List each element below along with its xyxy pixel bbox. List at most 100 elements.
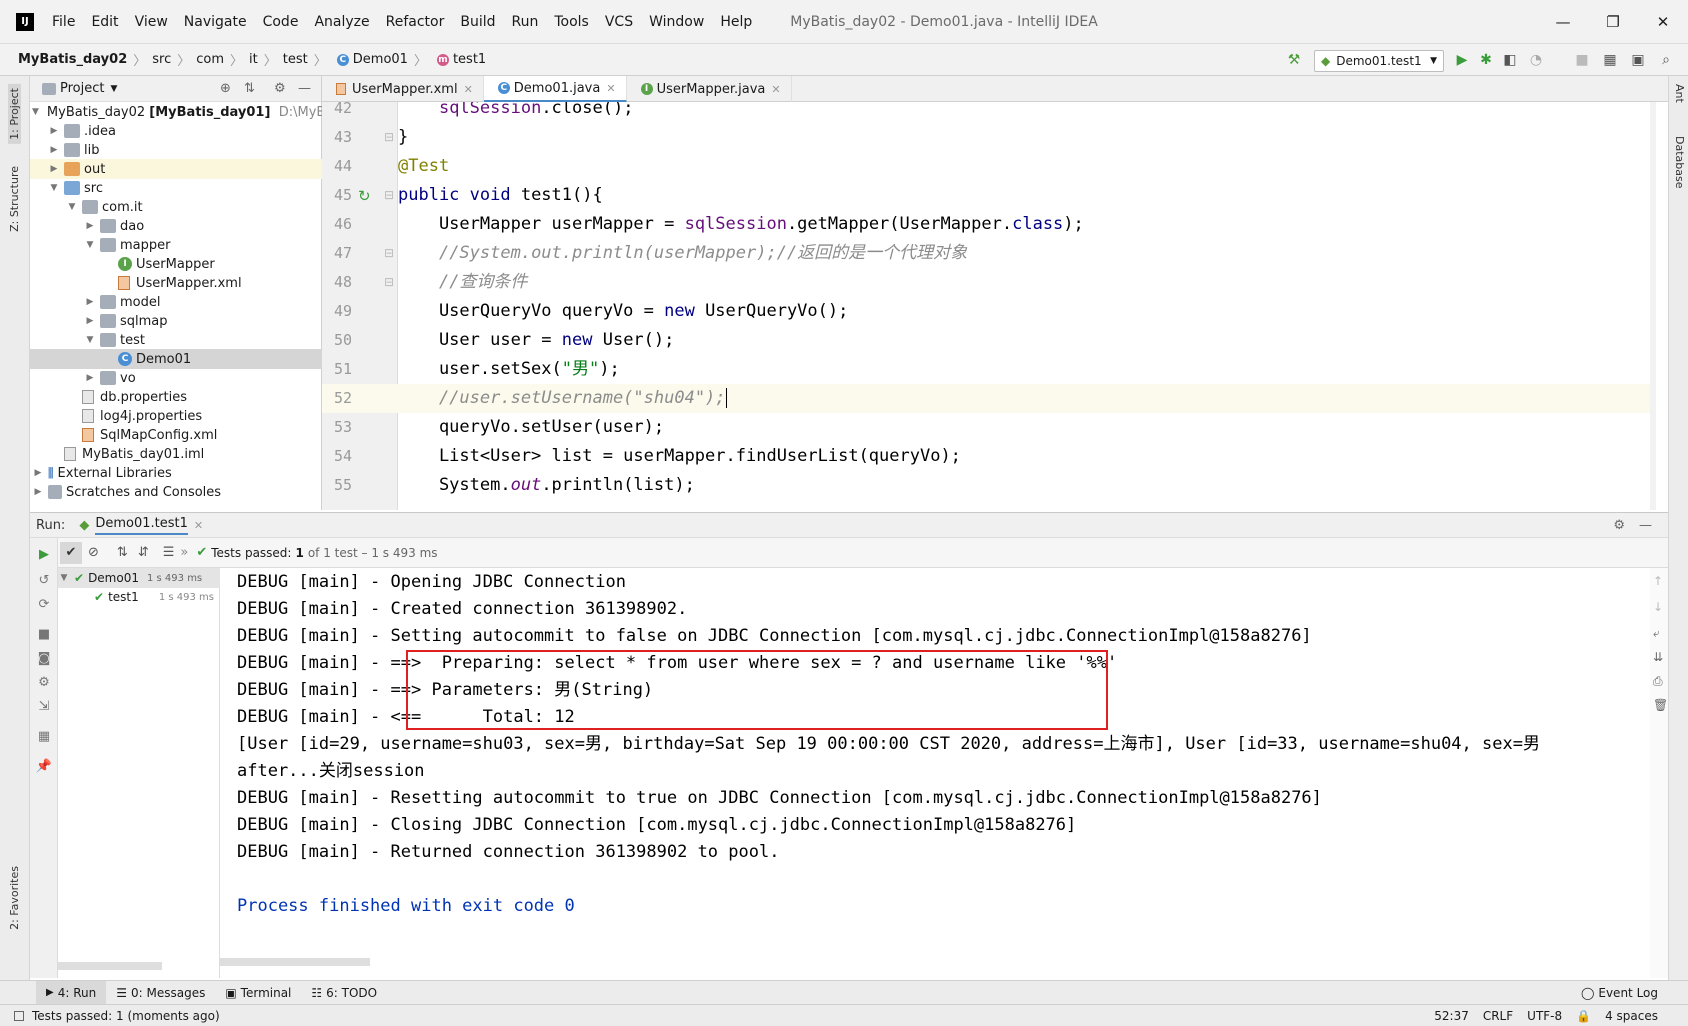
- profile-icon[interactable]: ◔: [1526, 50, 1546, 70]
- menu-window[interactable]: Window: [641, 0, 712, 44]
- tree-item-log4j-properties[interactable]: log4j.properties: [30, 406, 322, 426]
- gear-icon[interactable]: ⚙: [274, 81, 286, 96]
- layout-icon[interactable]: ▣: [1628, 50, 1648, 70]
- menu-view[interactable]: View: [127, 0, 176, 44]
- menu-refactor[interactable]: Refactor: [378, 0, 453, 44]
- tree-item-lib[interactable]: ▶ lib: [30, 140, 322, 160]
- stop-icon[interactable]: ■: [36, 626, 52, 642]
- tree-item-model[interactable]: ▶ model: [30, 292, 322, 312]
- toggle-tool-windows-icon[interactable]: [14, 1010, 24, 1021]
- print-icon[interactable]: ⎙: [1653, 674, 1663, 689]
- run-tab[interactable]: Demo01.test1: [95, 516, 188, 535]
- project-structure-icon[interactable]: ▦: [1600, 50, 1620, 70]
- caret-position[interactable]: 52:37: [1434, 1009, 1469, 1023]
- menu-file[interactable]: File: [44, 0, 83, 44]
- menu-help[interactable]: Help: [712, 0, 760, 44]
- favorites-tool-tab[interactable]: 2: Favorites: [8, 866, 21, 930]
- chevron-down-icon[interactable]: ▼: [110, 84, 117, 94]
- tree-item-external-libraries[interactable]: ▶ ⫼ External Libraries: [30, 463, 322, 483]
- show-ignored-icon[interactable]: ⊘: [88, 545, 99, 560]
- show-passed-icon[interactable]: ✔: [60, 541, 82, 564]
- editor-scrollbar[interactable]: [1650, 102, 1656, 510]
- test-case-row[interactable]: ✔ test1 1 s 493 ms: [58, 587, 220, 607]
- tree-item-sqlmapconfig[interactable]: SqlMapConfig.xml: [30, 425, 322, 445]
- breadcrumb-demo01[interactable]: Demo01: [353, 52, 408, 67]
- menu-edit[interactable]: Edit: [83, 0, 126, 44]
- close-icon[interactable]: ✕: [1638, 0, 1688, 44]
- tree-item-iml[interactable]: MyBatis_day01.iml: [30, 444, 322, 464]
- layout-icon[interactable]: ▦: [36, 728, 52, 744]
- tree-item-dao[interactable]: ▶ dao: [30, 216, 322, 236]
- close-tab-icon[interactable]: ✕: [194, 519, 203, 532]
- close-tab-icon[interactable]: ✕: [606, 82, 615, 95]
- structure-tool-tab[interactable]: Z: Structure: [8, 166, 21, 232]
- menu-code[interactable]: Code: [255, 0, 307, 44]
- tree-item-vo[interactable]: ▶ vo: [30, 368, 322, 388]
- tab-terminal[interactable]: ▣ Terminal: [215, 981, 301, 1005]
- menu-build[interactable]: Build: [452, 0, 503, 44]
- tab-demo01-java[interactable]: C Demo01.java ✕: [483, 76, 627, 102]
- console-output[interactable]: DEBUG [main] - Opening JDBC Connection D…: [220, 568, 1650, 978]
- sort-alpha-icon[interactable]: ⇅: [117, 545, 128, 560]
- tree-item-scratches[interactable]: ▶ Scratches and Consoles: [30, 482, 322, 502]
- tree-item-usermapper[interactable]: I UserMapper: [30, 254, 322, 274]
- ant-tool-tab[interactable]: Ant: [1673, 84, 1686, 103]
- expand-all-icon[interactable]: ☰: [163, 545, 175, 560]
- gear-icon[interactable]: ⚙: [1613, 518, 1625, 533]
- locate-icon[interactable]: ⊕: [220, 81, 231, 96]
- database-tool-tab[interactable]: Database: [1673, 136, 1686, 189]
- tab-messages[interactable]: ☰ 0: Messages: [106, 981, 215, 1005]
- close-tab-icon[interactable]: ✕: [771, 83, 780, 96]
- test-suite-row[interactable]: ▼ ✔ Demo01 1 s 493 ms: [58, 568, 220, 588]
- tree-item-project-root[interactable]: ▼ MyBatis_day02 [MyBatis_day01] D:\MyBat…: [30, 102, 342, 122]
- lock-icon[interactable]: 🔒: [1576, 1009, 1591, 1023]
- run-test-gutter-icon[interactable]: ↻: [358, 187, 371, 205]
- fold-icon[interactable]: ⊟: [384, 246, 394, 260]
- search-icon[interactable]: ⌕: [1656, 50, 1676, 70]
- more-icon[interactable]: »: [180, 545, 188, 560]
- trash-icon[interactable]: 🗑: [1653, 698, 1668, 712]
- code-editor[interactable]: sqlSession.close(); } @Test public void …: [398, 102, 1656, 510]
- breadcrumb-test1[interactable]: test1: [453, 52, 486, 67]
- breadcrumb-it[interactable]: it: [249, 52, 258, 67]
- tree-item-test[interactable]: ▼ test: [30, 330, 322, 350]
- tree-item-db-properties[interactable]: db.properties: [30, 387, 322, 407]
- tree-item-mapper[interactable]: ▼ mapper: [30, 235, 322, 255]
- tree-item-sqlmap[interactable]: ▶ sqlmap: [30, 311, 322, 331]
- rerun-failed-icon[interactable]: ↺: [36, 572, 52, 588]
- stop-icon[interactable]: ■: [1572, 50, 1592, 70]
- tree-item-out[interactable]: ▶ out: [30, 159, 322, 179]
- horizontal-scrollbar[interactable]: [220, 958, 370, 966]
- rerun-icon[interactable]: ▶: [36, 546, 52, 562]
- indent-setting[interactable]: 4 spaces: [1605, 1009, 1658, 1023]
- coverage-icon[interactable]: ◧: [1500, 50, 1520, 70]
- tree-item-demo01[interactable]: C Demo01: [30, 349, 322, 369]
- down-arrow-icon[interactable]: ↓: [1653, 600, 1663, 614]
- menu-vcs[interactable]: VCS: [597, 0, 641, 44]
- breadcrumb-test[interactable]: test: [283, 52, 308, 67]
- tree-item-com-it[interactable]: ▼ com.it: [30, 197, 322, 217]
- horizontal-scrollbar[interactable]: [58, 962, 162, 970]
- fold-icon[interactable]: ⊟: [384, 188, 394, 202]
- breadcrumb-com[interactable]: com: [196, 52, 224, 67]
- build-hammer-icon[interactable]: ⚒: [1284, 50, 1304, 70]
- scroll-to-end-icon[interactable]: ⇊: [1653, 650, 1663, 664]
- up-arrow-icon[interactable]: ↑: [1653, 574, 1663, 588]
- export-icon[interactable]: ⚙: [36, 674, 52, 690]
- close-tab-icon[interactable]: ✕: [464, 83, 473, 96]
- toggle-auto-test-icon[interactable]: ⟳: [36, 596, 52, 612]
- pin-icon[interactable]: 📌: [36, 758, 52, 774]
- menu-tools[interactable]: Tools: [546, 0, 597, 44]
- import-icon[interactable]: ⇲: [36, 698, 52, 714]
- menu-run[interactable]: Run: [504, 0, 547, 44]
- menu-analyze[interactable]: Analyze: [306, 0, 377, 44]
- project-view-selector[interactable]: Project: [60, 81, 104, 96]
- breadcrumb-src[interactable]: src: [152, 52, 171, 67]
- debug-icon[interactable]: ✱: [1476, 50, 1496, 70]
- project-tool-tab[interactable]: 1: Project: [8, 84, 21, 144]
- camera-icon[interactable]: ◙: [36, 650, 52, 666]
- menu-navigate[interactable]: Navigate: [176, 0, 255, 44]
- hide-panel-icon[interactable]: —: [1639, 518, 1652, 533]
- hide-panel-icon[interactable]: —: [298, 81, 311, 96]
- line-separator[interactable]: CRLF: [1483, 1009, 1513, 1023]
